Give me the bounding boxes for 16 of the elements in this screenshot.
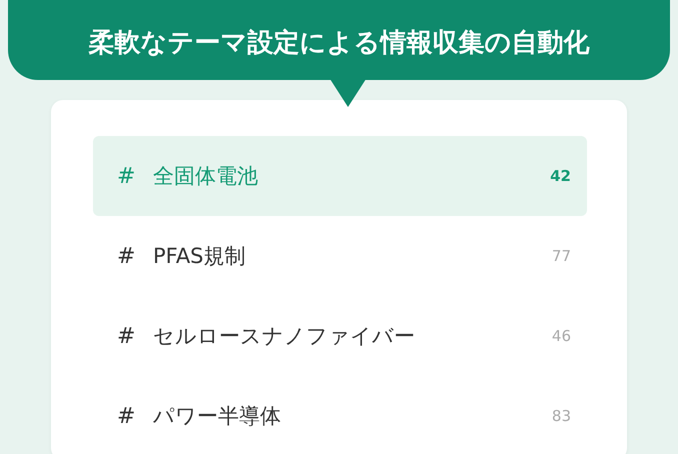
hash-mark: # [117, 324, 136, 348]
topic-item[interactable]: # セルロースナノファイバー 46 [93, 296, 587, 376]
banner-title: 柔軟なテーマ設定による情報収集の自動化 [88, 26, 590, 60]
topic-item[interactable]: # パワー半導体 83 [93, 376, 587, 454]
topic-count: 46 [552, 327, 571, 345]
topic-label: 全固体電池 [153, 163, 259, 190]
topic-label: PFAS規制 [153, 243, 247, 270]
topic-count: 77 [552, 247, 571, 265]
hash-mark: # [117, 404, 136, 428]
topic-count: 42 [550, 167, 571, 185]
topic-count: 83 [552, 407, 571, 425]
topic-label: パワー半導体 [153, 403, 282, 430]
hash-mark: # [117, 164, 136, 188]
hash-mark: # [117, 244, 136, 268]
topic-label: セルロースナノファイバー [153, 323, 416, 350]
topic-item[interactable]: # PFAS規制 77 [93, 216, 587, 296]
